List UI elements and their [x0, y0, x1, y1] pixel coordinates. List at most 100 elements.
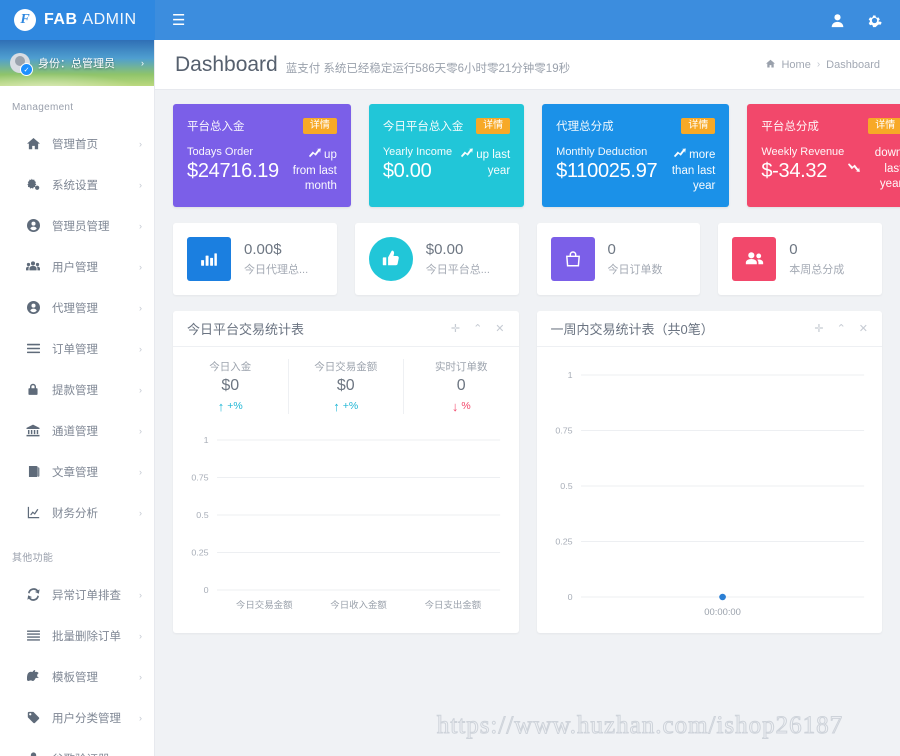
- stat-card-detail-button[interactable]: 详情: [681, 118, 716, 134]
- svg-text:今日支出金额: 今日支出金额: [425, 599, 482, 610]
- sidebar-item-提款管理[interactable]: 提款管理 ›: [0, 369, 154, 410]
- collapse-icon[interactable]: ⌃: [473, 322, 482, 335]
- mini-card-label: 本周总分成: [789, 263, 845, 276]
- stat-card-trend-text: down last year: [874, 147, 900, 191]
- page-subtitle: 蓝支付 系统已经稳定运行586天零6小时零21分钟零19秒: [285, 62, 571, 75]
- stat-card-title: 平台总入金: [187, 121, 245, 133]
- kpi-delta: ↑ +%: [173, 399, 288, 414]
- chevron-right-icon: ›: [139, 220, 142, 231]
- close-icon[interactable]: ✕: [495, 322, 504, 335]
- bar-chart-svg: 1 0.75 0.5 0.25 0 今日交易金额 今日收入金额 今日支出金额: [191, 435, 501, 610]
- lock-icon: [24, 383, 42, 396]
- stat-card-title: 代理总分成: [556, 121, 614, 133]
- svg-text:1: 1: [204, 435, 209, 445]
- sidebar-item-文章管理[interactable]: 文章管理 ›: [0, 451, 154, 492]
- user-icon[interactable]: [830, 13, 845, 28]
- stat-card-today-platform-deposit: 今日平台总入金 详情 Yearly Income $0.00 up last y…: [368, 104, 525, 207]
- sidebar-item-label: 文章管理: [52, 466, 98, 479]
- sidebar-item-label: 系统设置: [52, 179, 98, 192]
- collapse-icon[interactable]: ⌃: [837, 322, 846, 335]
- sidebar-item-用户分类管理[interactable]: 用户分类管理 ›: [0, 697, 154, 738]
- sidebar-item-用户管理[interactable]: 用户管理 ›: [0, 246, 154, 287]
- stat-card-detail-button[interactable]: 详情: [302, 118, 337, 134]
- sidebar-section-label-other: 其他功能: [12, 553, 54, 564]
- home-icon: [24, 137, 42, 150]
- panel-week-transaction: 一周内交易统计表（共0笔） ✛ ⌃ ✕ 1 0.75 0.5 0.25 0 00:00:…: [536, 310, 883, 633]
- expand-icon[interactable]: ✛: [814, 322, 823, 335]
- svg-text:0: 0: [204, 585, 209, 595]
- svg-text:0.75: 0.75: [191, 472, 208, 482]
- sidebar-item-label: 批量删除订单: [52, 630, 121, 643]
- sidebar-item-label: 模板管理: [52, 671, 98, 684]
- mini-card-label: 今日订单数: [607, 263, 663, 276]
- logo-glyph: F: [20, 12, 30, 27]
- kpi-today-transaction-amount: 今日交易金额 $0 ↑ +%: [289, 358, 404, 414]
- brand-logo-area[interactable]: F FAB ADMIN: [0, 0, 155, 40]
- chevron-right-icon: ›: [139, 261, 142, 272]
- sidebar-item-管理员管理[interactable]: 管理员管理 ›: [0, 205, 154, 246]
- stat-card-value: $110025.97: [556, 160, 658, 182]
- stat-card-detail-button[interactable]: 详情: [868, 118, 900, 134]
- avatar: [10, 53, 33, 76]
- chevron-right-icon: ›: [139, 138, 142, 149]
- tags-icon: [24, 711, 42, 724]
- sidebar-item-模板管理[interactable]: 模板管理 ›: [0, 656, 154, 697]
- sidebar-item-订单管理[interactable]: 订单管理 ›: [0, 328, 154, 369]
- stat-card-trend: more than last year: [657, 146, 715, 195]
- profile-role-label: 身份：总管理员: [38, 58, 115, 70]
- stat-card-platform-total-commission: 平台总分成 详情 Weekly Revenue $-34.32 down las…: [747, 104, 900, 207]
- sidebar-item-通道管理[interactable]: 通道管理 ›: [0, 410, 154, 451]
- stat-card-trend: up from last month: [279, 146, 337, 195]
- sidebar-item-财务分析[interactable]: 财务分析 ›: [0, 492, 154, 533]
- book-icon: [24, 465, 42, 478]
- kpi-value: $0: [336, 376, 355, 394]
- sidebar-item-批量删除订单[interactable]: 批量删除订单 ›: [0, 615, 154, 656]
- kpi-row: 今日入金 $0 ↑ +% 今日交易金额 $0 ↑ +% 实时订单数 0 ↓ %: [173, 347, 519, 424]
- stat-card-detail-button[interactable]: 详情: [476, 118, 511, 134]
- arrow-up-icon: ↑: [217, 398, 225, 414]
- panel-header: 一周内交易统计表（共0笔） ✛ ⌃ ✕: [536, 311, 882, 347]
- sidebar-item-label: 用户分类管理: [52, 712, 121, 725]
- sidebar-item-系统设置[interactable]: 系统设置 ›: [0, 164, 154, 205]
- svg-text:0.25: 0.25: [555, 536, 572, 546]
- svg-text:今日交易金额: 今日交易金额: [236, 599, 293, 610]
- sidebar-item-label: 异常订单排查: [52, 589, 121, 602]
- top-bar-actions: [830, 13, 900, 28]
- kpi-delta-text: %: [461, 400, 471, 413]
- trend-down-icon: [848, 161, 861, 177]
- chart-line-icon: [24, 506, 42, 519]
- bank-icon: [24, 424, 42, 437]
- panel-tools: ✛ ⌃ ✕: [814, 322, 868, 335]
- chart-week-transactions: 1 0.75 0.5 0.25 0 00:00:00: [537, 347, 883, 633]
- sidebar-item-label: 管理员管理: [52, 220, 110, 233]
- mini-cards-row: 0.00$ 今日代理总... $0.00 今日平台总... 0 今日订单数 0 …: [173, 222, 882, 295]
- panel-today-platform-transaction: 今日平台交易统计表 ✛ ⌃ ✕ 今日入金 $0 ↑ +% 今日交易金额 $0 ↑…: [173, 310, 519, 633]
- sidebar-item-谷歌验证器[interactable]: 谷歌验证器 ›: [0, 738, 154, 756]
- kpi-label: 实时订单数: [435, 360, 488, 373]
- svg-text:0: 0: [567, 592, 572, 602]
- stat-card-agent-total-commission: 代理总分成 详情 Monthly Deduction $110025.97 mo…: [542, 104, 730, 207]
- kpi-label: 今日交易金额: [314, 360, 378, 373]
- stat-card-trend: up last year: [452, 146, 510, 183]
- kpi-delta: ↓ %: [404, 399, 519, 414]
- sidebar-toggle-icon[interactable]: ☰: [172, 13, 185, 28]
- svg-text:今日收入金额: 今日收入金额: [330, 599, 387, 610]
- kpi-delta-text: +%: [227, 400, 243, 413]
- breadcrumb-home-link[interactable]: Home: [781, 59, 810, 71]
- expand-icon[interactable]: ✛: [451, 322, 460, 335]
- sidebar-item-label: 通道管理: [52, 425, 98, 438]
- stat-card-sublabel: Todays Order: [187, 146, 254, 158]
- stat-card-title: 平台总分成: [761, 121, 819, 133]
- user-circle-icon: [24, 219, 42, 232]
- sidebar-item-label: 财务分析: [52, 507, 98, 520]
- sidebar-item-代理管理[interactable]: 代理管理 ›: [0, 287, 154, 328]
- sidebar-item-异常订单排查[interactable]: 异常订单排查 ›: [0, 574, 154, 615]
- svg-text:0.25: 0.25: [191, 547, 208, 557]
- close-icon[interactable]: ✕: [859, 322, 868, 335]
- gear-icon[interactable]: [867, 13, 882, 28]
- sidebar-profile[interactable]: 身份：总管理员 ›: [0, 40, 154, 86]
- users-icon: [24, 260, 42, 273]
- sidebar-item-管理首页[interactable]: 管理首页 ›: [0, 123, 154, 164]
- panel-header: 今日平台交易统计表 ✛ ⌃ ✕: [173, 311, 519, 347]
- kpi-delta-text: +%: [342, 400, 359, 413]
